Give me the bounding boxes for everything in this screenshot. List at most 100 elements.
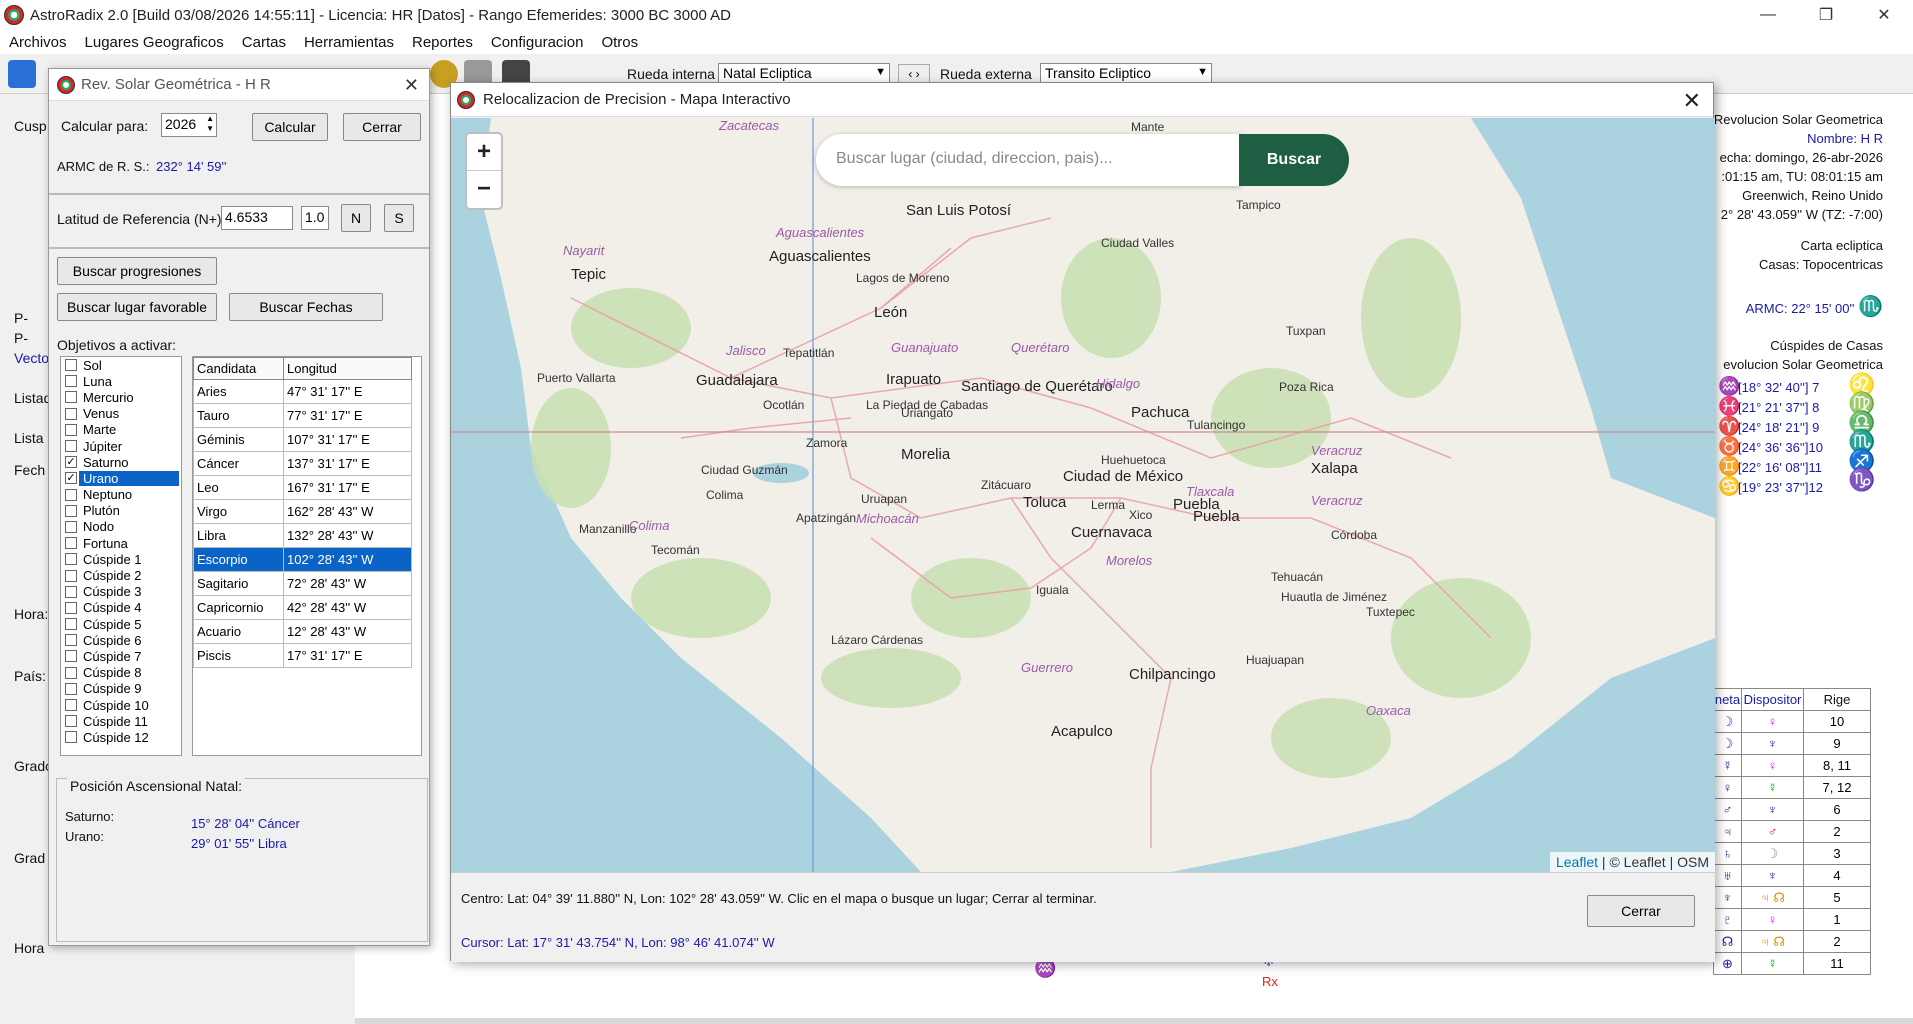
- candidata-row[interactable]: Piscis 17° 31' 17'' E: [193, 643, 412, 668]
- objetivo-item[interactable]: Mercurio: [61, 389, 181, 405]
- checkbox[interactable]: [65, 715, 77, 728]
- objetivo-item[interactable]: Cúspide 10: [61, 697, 181, 713]
- objetivo-item[interactable]: Cúspide 12: [61, 729, 181, 745]
- objetivo-item[interactable]: Plutón: [61, 503, 181, 519]
- north-button[interactable]: N: [341, 204, 371, 232]
- close-icon[interactable]: ✕: [1683, 88, 1701, 114]
- objetivo-item[interactable]: Cúspide 6: [61, 632, 181, 648]
- candidata-row[interactable]: Capricornio 42° 28' 43'' W: [193, 595, 412, 620]
- checkbox[interactable]: [65, 553, 77, 566]
- zoom-out-button[interactable]: −: [467, 171, 501, 208]
- step-input[interactable]: 1.0: [301, 206, 329, 230]
- objetivo-item[interactable]: Cúspide 2: [61, 567, 181, 583]
- candidata-row[interactable]: Aries 47° 31' 17'' E: [193, 379, 412, 404]
- candidata-row[interactable]: Sagitario 72° 28' 43'' W: [193, 571, 412, 596]
- close-button[interactable]: ✕: [1855, 0, 1913, 30]
- buscar-lugar-button[interactable]: Buscar lugar favorable: [57, 293, 217, 321]
- close-icon[interactable]: ✕: [404, 75, 419, 96]
- checkbox[interactable]: [65, 682, 77, 695]
- checkbox[interactable]: [65, 650, 77, 663]
- search-input[interactable]: Buscar lugar (ciudad, direccion, pais)..…: [816, 134, 1241, 186]
- buscar-progresiones-button[interactable]: Buscar progresiones: [57, 257, 217, 285]
- objetivo-item[interactable]: Cúspide 3: [61, 584, 181, 600]
- objetivo-item[interactable]: Luna: [61, 373, 181, 389]
- objetivo-item[interactable]: ✓ Saturno: [61, 454, 181, 470]
- checkbox[interactable]: [65, 488, 77, 501]
- menu-herramientas[interactable]: Herramientas: [295, 34, 403, 51]
- objetivo-item[interactable]: Cúspide 1: [61, 551, 181, 567]
- posicion-ascensional-group: Posición Ascensional Natal: Saturno: 15°…: [56, 778, 428, 942]
- latitud-input[interactable]: 4.6533: [221, 206, 293, 230]
- checkbox[interactable]: [65, 731, 77, 744]
- gemini-icon: ♊: [1718, 456, 1741, 476]
- checkbox[interactable]: [65, 504, 77, 517]
- objetivo-item[interactable]: Júpiter: [61, 438, 181, 454]
- checkbox[interactable]: [65, 537, 77, 550]
- objetivo-item[interactable]: Venus: [61, 406, 181, 422]
- objetivo-item[interactable]: Cúspide 7: [61, 648, 181, 664]
- checkbox[interactable]: [65, 391, 77, 404]
- maximize-button[interactable]: ❐: [1797, 0, 1855, 30]
- objetivo-item[interactable]: Cúspide 5: [61, 616, 181, 632]
- candidatas-table[interactable]: Candidata Longitud Aries 47° 31' 17'' E Tau…: [192, 356, 422, 756]
- candidata-row[interactable]: Tauro 77° 31' 17'' E: [193, 403, 412, 428]
- objetivo-item[interactable]: Marte: [61, 422, 181, 438]
- checkbox[interactable]: [65, 375, 77, 388]
- south-button[interactable]: S: [384, 204, 414, 232]
- calcular-button[interactable]: Calcular: [252, 113, 328, 141]
- menu-configuracion[interactable]: Configuracion: [482, 34, 593, 51]
- candidata-row[interactable]: Libra 132° 28' 43'' W: [193, 523, 412, 548]
- candidata-row[interactable]: Virgo 162° 28' 43'' W: [193, 499, 412, 524]
- checkbox[interactable]: [65, 618, 77, 631]
- lista-button[interactable]: Lista: [14, 430, 44, 446]
- objetivo-item[interactable]: ✓ Urano: [61, 470, 181, 486]
- checkbox[interactable]: ✓: [65, 456, 77, 469]
- buscar-fechas-button[interactable]: Buscar Fechas: [229, 293, 383, 321]
- objetivos-list[interactable]: Sol Luna Mercurio Venus Marte Júpiter ✓ Saturno…: [60, 356, 182, 756]
- checkbox[interactable]: [65, 407, 77, 420]
- objetivo-item[interactable]: Cúspide 11: [61, 713, 181, 729]
- candidata-row[interactable]: Acuario 12° 28' 43'' W: [193, 619, 412, 644]
- checkbox[interactable]: [65, 520, 77, 533]
- objetivo-item[interactable]: Sol: [61, 357, 181, 373]
- candidata-longitud: 17° 31' 17'' E: [283, 643, 412, 668]
- checkbox[interactable]: [65, 359, 77, 372]
- checkbox[interactable]: [65, 699, 77, 712]
- year-spinner[interactable]: 2026 ▲ ▼: [161, 113, 217, 137]
- candidata-row[interactable]: Escorpio 102° 28' 43'' W: [193, 547, 412, 572]
- objetivo-item[interactable]: Fortuna: [61, 535, 181, 551]
- menu-otros[interactable]: Otros: [592, 34, 647, 51]
- pisces-icon: ♓: [1718, 396, 1741, 416]
- checkbox[interactable]: [65, 585, 77, 598]
- interactive-map[interactable]: Zacatecas San Luis Potosí Tampico Aguascali…: [451, 118, 1715, 872]
- open-folder-icon[interactable]: [8, 60, 36, 88]
- objetivo-item[interactable]: Cúspide 9: [61, 681, 181, 697]
- checkbox[interactable]: [65, 423, 77, 436]
- objetivo-item[interactable]: Neptuno: [61, 487, 181, 503]
- objetivo-item[interactable]: Cúspide 4: [61, 600, 181, 616]
- map-place-label: Ocotlán: [763, 398, 805, 412]
- menu-reportes[interactable]: Reportes: [403, 34, 482, 51]
- candidata-row[interactable]: Leo 167° 31' 17'' E: [193, 475, 412, 500]
- swap-wheels-button[interactable]: ‹ ›: [898, 64, 930, 84]
- objetivo-item[interactable]: Nodo: [61, 519, 181, 535]
- cerrar-button[interactable]: Cerrar: [343, 113, 421, 141]
- cerrar-map-button[interactable]: Cerrar: [1587, 895, 1695, 927]
- menu-cartas[interactable]: Cartas: [233, 34, 295, 51]
- candidata-row[interactable]: Géminis 107° 31' 17'' E: [193, 427, 412, 452]
- menu-archivos[interactable]: Archivos: [0, 34, 76, 51]
- map-place-label: Ciudad Guzmán: [701, 463, 788, 477]
- objetivo-item[interactable]: Cúspide 8: [61, 665, 181, 681]
- checkbox[interactable]: [65, 634, 77, 647]
- checkbox[interactable]: [65, 440, 77, 453]
- checkbox[interactable]: [65, 666, 77, 679]
- checkbox[interactable]: [65, 601, 77, 614]
- checkbox[interactable]: ✓: [65, 472, 77, 485]
- leaflet-link[interactable]: Leaflet: [1556, 854, 1598, 870]
- minimize-button[interactable]: —: [1739, 0, 1797, 30]
- menu-lugares[interactable]: Lugares Geograficos: [76, 34, 233, 51]
- candidata-row[interactable]: Cáncer 137° 31' 17'' E: [193, 451, 412, 476]
- checkbox[interactable]: [65, 569, 77, 582]
- search-button[interactable]: Buscar: [1239, 134, 1349, 186]
- zoom-in-button[interactable]: +: [467, 134, 501, 171]
